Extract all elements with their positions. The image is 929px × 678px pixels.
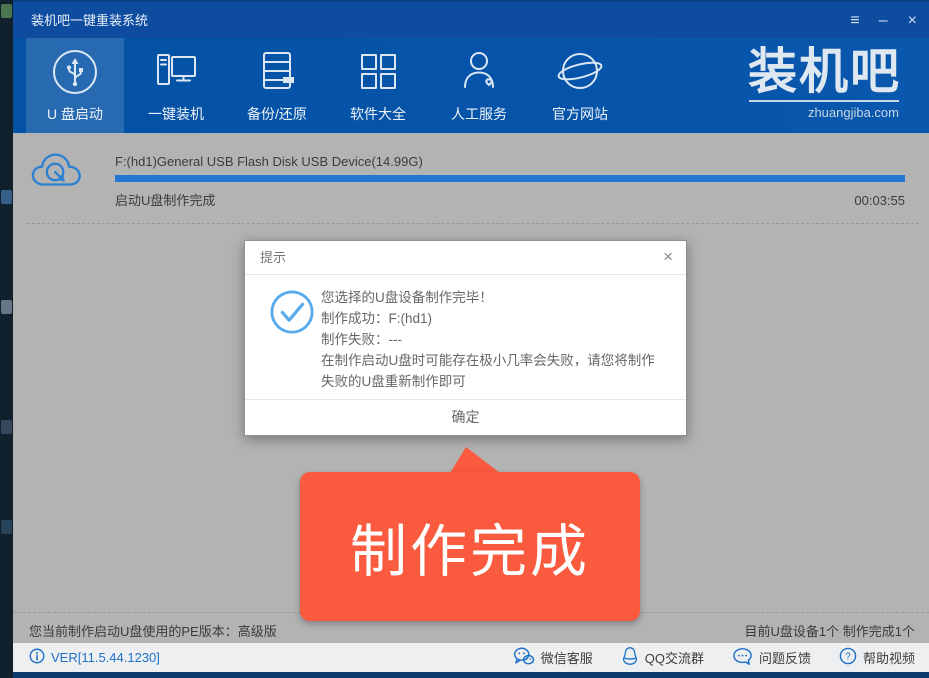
footer-link-label: QQ交流群 — [645, 648, 704, 667]
nav-label: 软件大全 — [350, 104, 406, 124]
app-window: 装机吧一键重装系统 ≡ – × U 盘启动 — [13, 0, 929, 678]
close-icon[interactable]: × — [908, 13, 917, 29]
result-dialog: 提示 × 您选择的U盘设备制作完毕！ 制作成功：F:(hd1) 制作失败：---… — [244, 240, 687, 436]
wechat-icon — [513, 647, 535, 669]
dialog-title: 提示 — [260, 241, 286, 275]
nav-item-service[interactable]: 人工服务 — [430, 38, 528, 133]
usb-device-label: F:(hd1)General USB Flash Disk USB Device… — [115, 154, 423, 169]
menu-icon[interactable]: ≡ — [850, 13, 858, 29]
nav-item-website[interactable]: 官方网站 — [531, 38, 629, 133]
footer-link-label: 问题反馈 — [759, 648, 811, 667]
section-divider — [27, 223, 919, 224]
wechat-service-link[interactable]: 微信客服 — [513, 646, 593, 669]
logo-text: 装机吧 — [748, 44, 901, 100]
callout-text: 制作完成 — [350, 506, 590, 588]
progress-bar-fill — [115, 175, 905, 182]
service-person-icon — [453, 47, 505, 97]
info-icon — [29, 648, 45, 667]
nav-item-usb-boot[interactable]: U 盘启动 — [26, 38, 124, 133]
progress-status: 启动U盘制作完成 — [115, 190, 215, 209]
elapsed-time: 00:03:55 — [854, 193, 905, 208]
nav-item-backup-restore[interactable]: 备份/还原 — [228, 38, 326, 133]
callout-arrow — [450, 447, 500, 473]
progress-bar — [115, 175, 905, 182]
dialog-line: 在制作启动U盘时可能存在极小几率会失败，请您将制作失败的U盘重新制作即可 — [321, 350, 667, 392]
desktop-background — [0, 0, 13, 678]
success-check-icon — [269, 289, 315, 340]
completion-callout: 制作完成 — [300, 472, 640, 621]
usb-count-text: 目前U盘设备1个 制作完成1个 — [745, 621, 915, 640]
dialog-header: 提示 × — [245, 241, 686, 275]
window-bottom-edge — [13, 672, 929, 678]
nav-label: 官方网站 — [552, 104, 608, 124]
nav-label: 人工服务 — [451, 104, 507, 124]
window-controls: ≡ – × — [850, 2, 917, 40]
minimize-icon[interactable]: – — [879, 13, 888, 29]
help-question-icon: ? — [839, 647, 857, 668]
feedback-bubble-icon — [732, 647, 753, 669]
cloud-download-icon — [30, 147, 84, 200]
feedback-link[interactable]: 问题反馈 — [732, 646, 811, 669]
qq-group-link[interactable]: QQ交流群 — [621, 646, 704, 669]
nav-label: 备份/还原 — [247, 104, 307, 124]
nav-item-software[interactable]: 软件大全 — [329, 38, 427, 133]
nav-label: 一键装机 — [148, 104, 204, 124]
version-text: VER[11.5.44.1230] — [51, 650, 160, 665]
dialog-line: 制作成功：F:(hd1) — [321, 308, 667, 329]
main-nav: U 盘启动 一键装机 备份/还原 — [13, 38, 929, 133]
version-info: VER[11.5.44.1230] — [29, 648, 160, 667]
dialog-line: 制作失败：--- — [321, 329, 667, 350]
nav-item-one-key-install[interactable]: 一键装机 — [127, 38, 225, 133]
dialog-footer: 确定 — [245, 399, 686, 434]
ok-button[interactable]: 确定 — [422, 400, 510, 435]
logo-domain: zhuangjiba.com — [748, 105, 901, 120]
computer-icon — [150, 47, 202, 97]
brand-logo: 装机吧 zhuangjiba.com — [748, 44, 901, 120]
svg-text:?: ? — [845, 652, 851, 663]
nav-label: U 盘启动 — [47, 104, 103, 124]
dialog-body: 您选择的U盘设备制作完毕！ 制作成功：F:(hd1) 制作失败：--- 在制作启… — [245, 275, 686, 399]
usb-icon — [49, 47, 101, 97]
server-stack-icon — [251, 47, 303, 97]
progress-section: F:(hd1)General USB Flash Disk USB Device… — [13, 133, 929, 224]
dialog-message: 您选择的U盘设备制作完毕！ 制作成功：F:(hd1) 制作失败：--- 在制作启… — [321, 287, 667, 392]
globe-icon — [554, 47, 606, 97]
footer-links: 微信客服 QQ交流群 — [513, 646, 915, 669]
qq-icon — [621, 646, 639, 669]
footer-link-label: 帮助视频 — [863, 648, 915, 667]
apps-grid-icon — [352, 47, 404, 97]
dialog-line: 您选择的U盘设备制作完毕！ — [321, 287, 667, 308]
footer-bar: VER[11.5.44.1230] 微信客服 — [13, 643, 929, 672]
footer-link-label: 微信客服 — [541, 648, 593, 667]
pe-version-text: 您当前制作启动U盘使用的PE版本：高级版 — [29, 621, 277, 640]
help-video-link[interactable]: ? 帮助视频 — [839, 646, 915, 669]
logo-underline — [749, 100, 899, 102]
window-title: 装机吧一键重装系统 — [31, 2, 148, 40]
dialog-close-icon[interactable]: × — [663, 241, 673, 273]
title-bar: 装机吧一键重装系统 ≡ – × — [13, 0, 929, 38]
